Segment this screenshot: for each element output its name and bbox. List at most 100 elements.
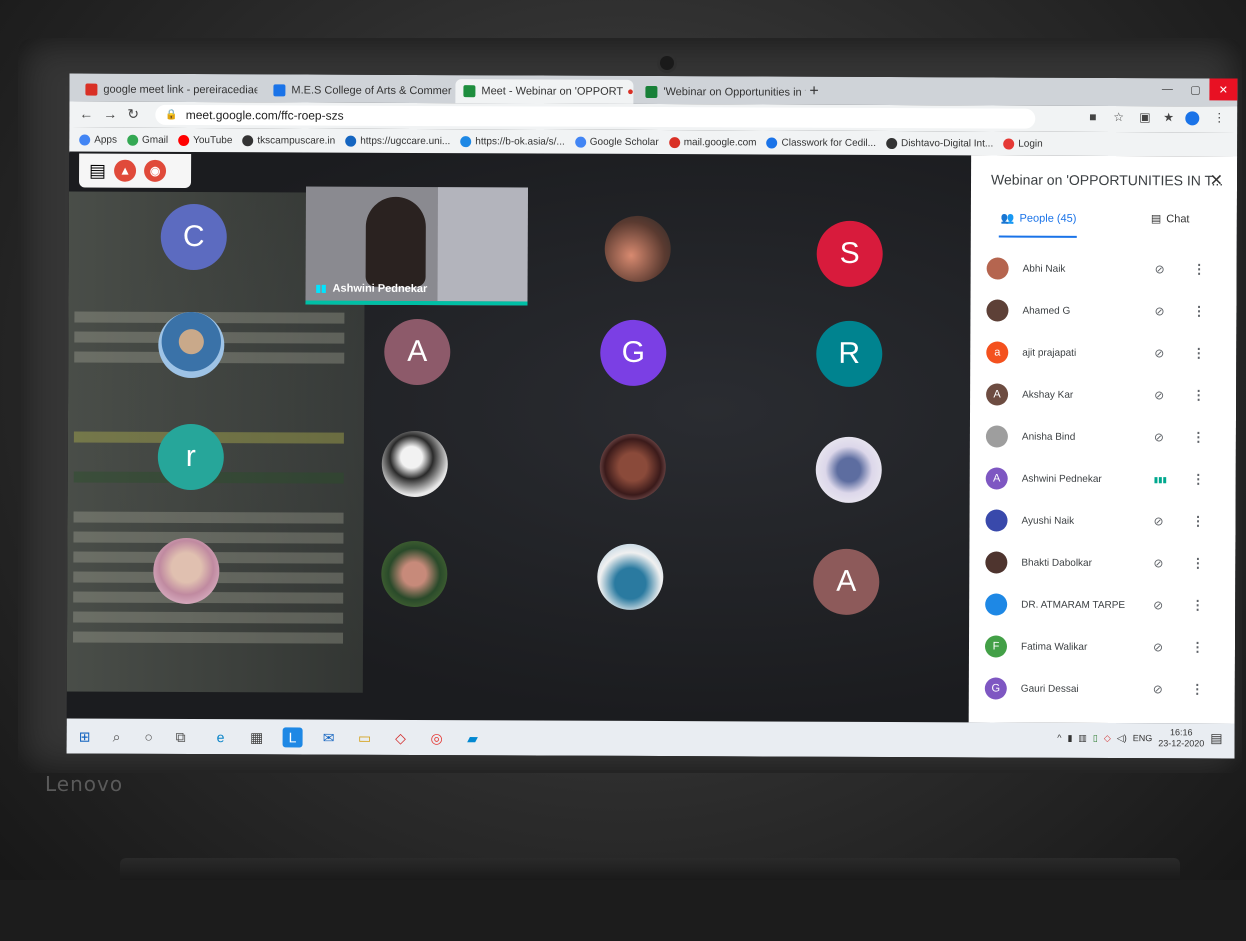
bookmark-apps[interactable]: Apps <box>79 133 117 145</box>
pin-icon[interactable]: ★ <box>1163 110 1174 124</box>
bookmark-gmail[interactable]: Gmail <box>126 134 168 145</box>
camera-icon[interactable]: ■ <box>1089 110 1096 124</box>
task-view-icon[interactable]: ⧉ <box>171 727 191 747</box>
more-options-icon[interactable]: ⋮ <box>1191 639 1204 655</box>
windows-start-icon[interactable]: ⊞ <box>75 726 95 746</box>
participant-avatar-a-lower[interactable]: A <box>813 548 880 615</box>
participant-photo[interactable] <box>381 430 448 498</box>
participant-row[interactable]: Ahamed G ⊘ ⋮ <box>970 289 1236 332</box>
star-icon[interactable]: ☆ <box>1113 110 1124 124</box>
file-explorer-icon[interactable]: ▭ <box>355 728 375 748</box>
mic-muted-icon[interactable]: ⊘ <box>1153 640 1163 654</box>
reload-icon[interactable]: ↻ <box>127 106 139 123</box>
participant-photo[interactable] <box>599 433 666 501</box>
participant-row[interactable]: G Gauri Dessai ⊘ ⋮ <box>969 667 1235 710</box>
notification-icon[interactable]: ▤ <box>1210 730 1222 746</box>
bookmark-mail[interactable]: mail.google.com <box>668 136 757 148</box>
participant-photo[interactable] <box>815 436 882 504</box>
participant-photo[interactable] <box>381 540 448 608</box>
more-options-icon[interactable]: ⋮ <box>1192 513 1205 529</box>
search-icon[interactable]: ⌕ <box>107 727 127 747</box>
audio-level-icon[interactable]: ▮▮▮ <box>1154 475 1167 484</box>
participant-avatar-c[interactable]: C <box>160 203 227 271</box>
mic-muted-icon[interactable]: ⊘ <box>1153 598 1163 612</box>
bookmark-tkscampus[interactable]: tkscampuscare.in <box>242 134 335 146</box>
participant-row[interactable]: Anisha Bind ⊘ ⋮ <box>970 415 1236 458</box>
app-l-icon[interactable]: L <box>282 727 303 748</box>
more-options-icon[interactable]: ⋮ <box>1192 303 1205 319</box>
close-icon[interactable]: ✕ <box>1210 170 1223 190</box>
participant-row[interactable]: Abhi Naik ⊘ ⋮ <box>971 247 1237 290</box>
participant-avatar-s[interactable]: S <box>816 220 883 288</box>
participant-photo[interactable] <box>158 311 225 379</box>
presentation-icon[interactable]: ▤ <box>89 160 106 181</box>
cortana-icon[interactable]: ○ <box>139 727 159 747</box>
mic-icon[interactable]: ▮ <box>1067 732 1072 743</box>
more-options-icon[interactable]: ⋮ <box>1191 555 1204 571</box>
url-field[interactable]: 🔒 meet.google.com/ffc-roep-szs <box>155 104 1036 129</box>
tab-webinar-form[interactable]: 'Webinar on Opportunities in the ✕ <box>637 80 805 105</box>
profile-avatar[interactable] <box>1185 111 1200 126</box>
bookmark-login[interactable]: Login <box>1003 138 1043 149</box>
participant-row[interactable]: Ayushi Naik ⊘ ⋮ <box>969 499 1235 542</box>
bookmark-youtube[interactable]: YouTube <box>178 134 232 146</box>
mic-muted-icon[interactable]: ⊘ <box>1154 304 1164 318</box>
mic-muted-icon[interactable]: ⊘ <box>1154 346 1164 360</box>
participant-avatar-a[interactable]: A <box>384 318 451 386</box>
participant-avatar-g[interactable]: G <box>600 319 667 387</box>
forward-arrow-icon[interactable]: → <box>103 106 117 122</box>
participant-photo[interactable] <box>604 215 671 283</box>
network-icon[interactable]: ▥ <box>1078 732 1087 743</box>
chrome-icon[interactable]: ◎ <box>427 728 447 748</box>
menu-icon[interactable]: ⋮ <box>1213 110 1225 124</box>
bookmark-ugccare[interactable]: https://ugccare.uni... <box>345 135 450 147</box>
battery-icon[interactable]: ▯ <box>1093 732 1098 743</box>
record-icon[interactable]: ◉ <box>144 159 167 182</box>
participant-row[interactable]: A Akshay Kar ⊘ ⋮ <box>970 373 1236 416</box>
bookmark-bok[interactable]: https://b-ok.asia/s/... <box>460 135 565 147</box>
maximize-button[interactable]: ▢ <box>1181 78 1209 100</box>
chevron-up-icon[interactable]: ^ <box>1057 733 1061 743</box>
participant-row[interactable]: a ajit prajapati ⊘ ⋮ <box>970 331 1236 374</box>
mic-muted-icon[interactable]: ⊘ <box>1155 262 1165 276</box>
bookmark-scholar[interactable]: Google Scholar <box>574 136 659 148</box>
windows-app-icon[interactable]: ▰ <box>463 728 483 748</box>
more-options-icon[interactable]: ⋮ <box>1191 681 1204 697</box>
tab-meet-webinar[interactable]: Meet - Webinar on 'OPPORT ● ✕ <box>455 79 634 104</box>
new-tab-button[interactable]: + <box>809 83 818 101</box>
tab-gmail[interactable]: google meet link - pereiracediae ✕ <box>77 77 257 102</box>
tab-mes-college[interactable]: M.E.S College of Arts & Commer ✕ <box>265 78 451 103</box>
more-options-icon[interactable]: ⋮ <box>1192 429 1205 445</box>
language-indicator[interactable]: ENG <box>1133 733 1153 743</box>
minimize-button[interactable]: — <box>1153 78 1181 100</box>
mcafee-tray-icon[interactable]: ◇ <box>1104 732 1111 743</box>
more-options-icon[interactable]: ⋮ <box>1193 261 1206 277</box>
tab-chat[interactable]: ▤ Chat <box>1151 212 1190 225</box>
participant-row[interactable]: DR. ATMARAM TARPE ⊘ ⋮ <box>969 583 1235 626</box>
more-options-icon[interactable]: ⋮ <box>1191 597 1204 613</box>
participant-avatar-r-lower[interactable]: r <box>157 423 224 491</box>
participant-photo[interactable] <box>597 543 664 611</box>
bookmark-dishtavo[interactable]: Dishtavo-Digital Int... <box>885 137 993 149</box>
more-options-icon[interactable]: ⋮ <box>1192 387 1205 403</box>
speaker-video-tile[interactable]: ▮▮ Ashwini Pednekar <box>305 186 528 306</box>
back-arrow-icon[interactable]: ← <box>79 105 93 121</box>
mcafee-icon[interactable]: ◇ <box>391 728 411 748</box>
mic-muted-icon[interactable]: ⊘ <box>1154 388 1164 402</box>
mail-icon[interactable]: ✉ <box>319 728 339 748</box>
mic-muted-icon[interactable]: ⊘ <box>1154 514 1164 528</box>
more-options-icon[interactable]: ⋮ <box>1192 471 1205 487</box>
mic-muted-icon[interactable]: ⊘ <box>1153 556 1163 570</box>
tab-people[interactable]: 👥 People (45) <box>1001 212 1077 225</box>
more-options-icon[interactable]: ⋮ <box>1192 345 1205 361</box>
store-icon[interactable]: ▦ <box>247 727 267 747</box>
bookmark-classwork[interactable]: Classwork for Cedil... <box>766 136 876 148</box>
participant-row[interactable]: Bhakti Dabolkar ⊘ ⋮ <box>969 541 1235 584</box>
mic-muted-icon[interactable]: ⊘ <box>1154 430 1164 444</box>
volume-icon[interactable]: ◁) <box>1117 733 1127 744</box>
mic-muted-icon[interactable]: ⊘ <box>1153 682 1163 696</box>
participant-photo[interactable] <box>153 537 220 605</box>
close-window-button[interactable]: ✕ <box>1209 78 1238 101</box>
warning-icon[interactable]: ▲ <box>114 159 137 182</box>
participant-avatar-r[interactable]: R <box>816 320 883 388</box>
